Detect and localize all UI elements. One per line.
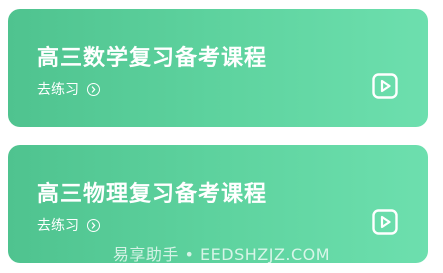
course-title: 高三数学复习备考课程 — [37, 46, 268, 71]
practice-label: 去练习 — [37, 218, 79, 234]
practice-label: 去练习 — [37, 82, 79, 98]
play-icon[interactable] — [372, 73, 398, 99]
chevron-right-circle-icon — [87, 218, 100, 232]
chevron-right-circle-icon — [87, 82, 100, 96]
course-card-math[interactable]: 高三数学复习备考课程 去练习 — [8, 9, 428, 127]
course-title: 高三物理复习备考课程 — [37, 182, 268, 207]
play-icon[interactable] — [372, 209, 398, 235]
page: 高三数学复习备考课程 去练习 高三物理复习备考课程 去练习 易享助手 • EED… — [0, 0, 443, 273]
practice-link[interactable]: 去练习 — [37, 215, 100, 235]
watermark: 易享助手 • EEDSHZJZ.COM — [112, 245, 331, 264]
practice-link[interactable]: 去练习 — [37, 79, 100, 99]
